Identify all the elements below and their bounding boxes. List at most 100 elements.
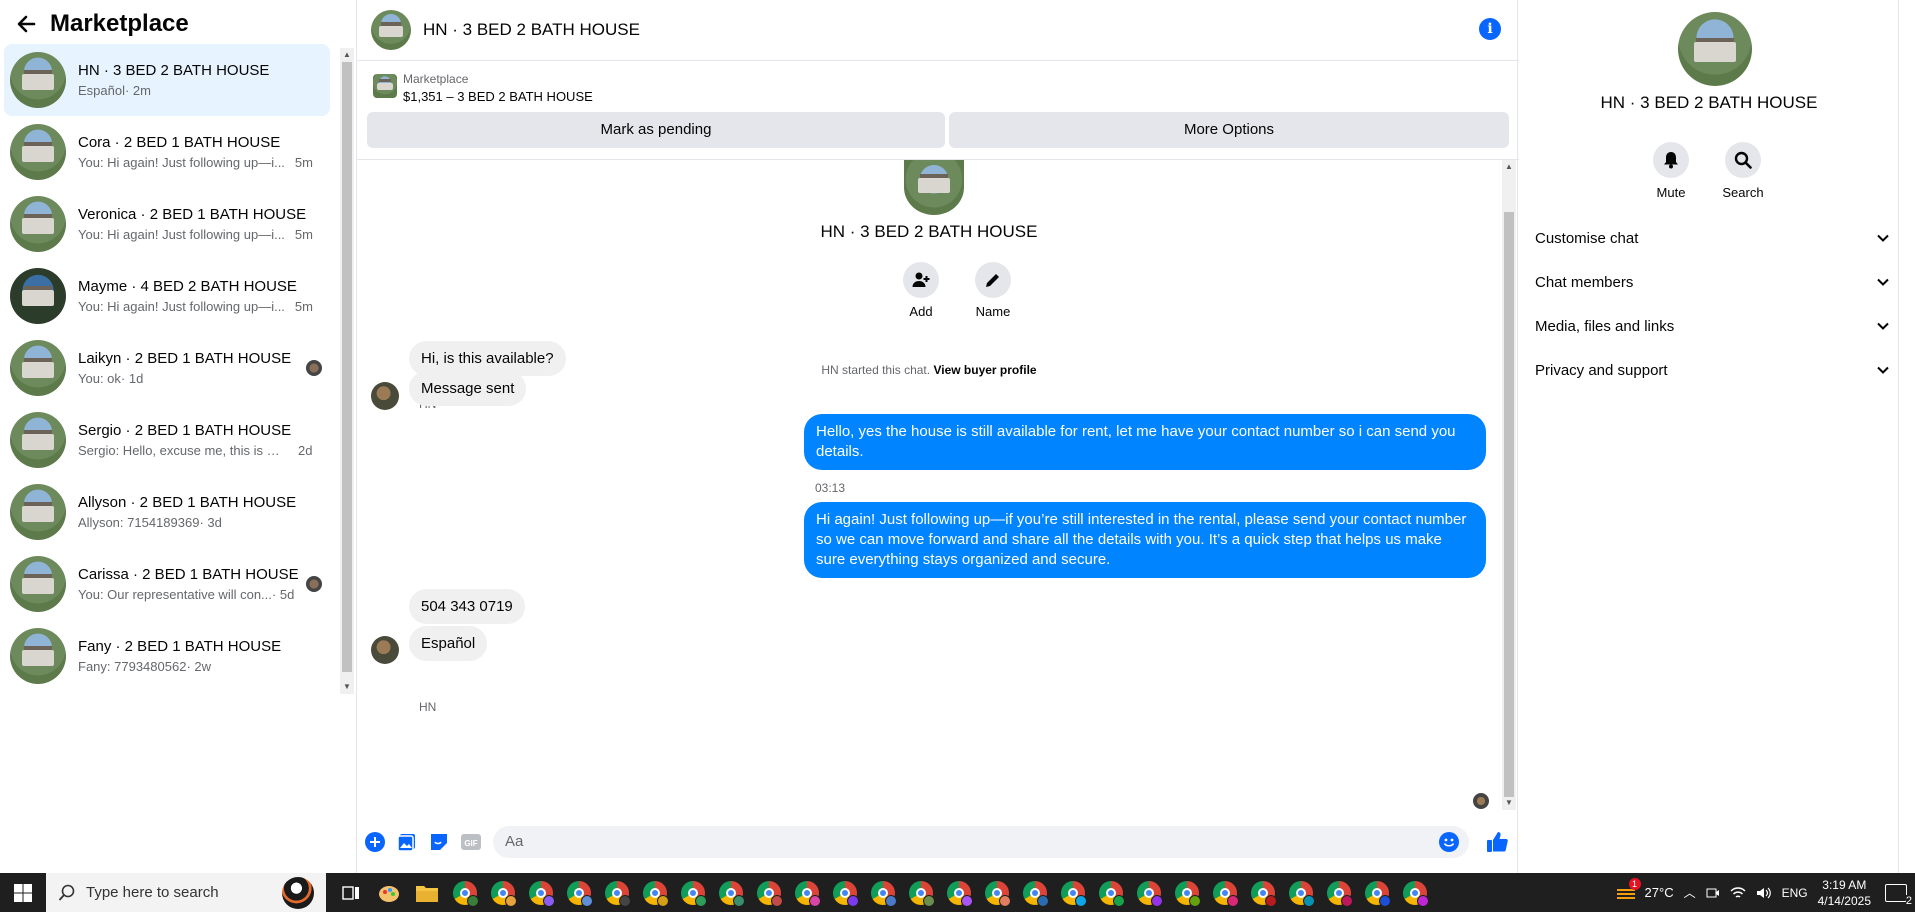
chrome-icon[interactable] [1320,873,1358,912]
chrome-icon[interactable] [864,873,902,912]
chrome-icon[interactable] [446,873,484,912]
weather-widget[interactable]: 1 27°C [1615,877,1674,902]
chrome-icon[interactable] [902,873,940,912]
chrome-icon[interactable] [712,873,750,912]
panel-avatar[interactable] [1678,12,1752,86]
scrollbar-thumb[interactable] [342,62,352,672]
chrome-icon[interactable] [484,873,522,912]
chrome-icon[interactable] [1396,873,1434,912]
chrome-icon[interactable] [978,873,1016,912]
listing-avatar [10,556,66,612]
conversation-time: 5m [294,227,313,242]
windows-start-icon[interactable] [0,873,46,912]
conversation-item[interactable]: Carissa · 2 BED 1 BATH HOUSE You: Our re… [4,548,330,620]
conversation-snippet: You: Our representative will con... [78,587,272,602]
more-options-button[interactable]: More Options [949,112,1509,148]
sidebar-header: Marketplace [0,0,354,48]
task-view-icon[interactable] [332,873,370,912]
scroll-up-icon[interactable]: ▲ [342,50,352,60]
chrome-icon[interactable] [826,873,864,912]
thumbs-up-icon[interactable] [1485,830,1509,854]
sender-avatar[interactable] [371,382,399,410]
language-indicator[interactable]: ENG [1782,886,1808,900]
pencil-icon [975,262,1011,298]
wifi-icon[interactable] [1730,886,1746,900]
listing-avatar [10,340,66,396]
scrollbar-thumb[interactable] [1504,212,1514,797]
conversation-item[interactable]: Fany · 2 BED 1 BATH HOUSE Fany: 77934805… [4,620,330,692]
conversation-item[interactable]: Laikyn · 2 BED 1 BATH HOUSE You: ok · 1d [4,332,330,404]
mute-button[interactable]: Mute [1641,142,1701,200]
conversation-item[interactable]: Sergio · 2 BED 1 BATH HOUSE Sergio: Hell… [4,404,330,476]
chrome-icon[interactable] [674,873,712,912]
chrome-icon[interactable] [1282,873,1320,912]
page-scrollbar[interactable] [1898,0,1915,873]
listing-thumbnail[interactable] [373,74,397,98]
chevron-down-icon [1877,234,1889,242]
chat-avatar[interactable] [371,10,411,50]
info-icon[interactable]: i [1479,18,1501,40]
chrome-icon[interactable] [1168,873,1206,912]
incoming-message[interactable]: 504 343 0719 [409,589,525,624]
sender-avatar[interactable] [371,636,399,664]
search-conversation-button[interactable]: Search [1713,142,1773,200]
conversation-item[interactable]: Cora · 2 BED 1 BATH HOUSE You: Hi again!… [4,116,330,188]
photo-icon[interactable] [395,830,419,854]
incoming-message[interactable]: Message sent [409,371,527,406]
taskbar-search-placeholder: Type here to search [86,884,219,901]
chrome-icon[interactable] [750,873,788,912]
outgoing-message[interactable]: Hi again! Just following up—if you’re st… [804,502,1486,578]
scroll-down-icon[interactable]: ▼ [342,682,352,692]
meet-now-icon[interactable] [1706,886,1720,900]
chrome-icon[interactable] [560,873,598,912]
chrome-icon[interactable] [598,873,636,912]
conversation-list: HN · 3 BED 2 BATH HOUSE Español · 2m Cora… [0,44,336,692]
name-chat-button[interactable]: Name [963,262,1023,319]
conversation-item[interactable]: Allyson · 2 BED 1 BATH HOUSE Allyson: 71… [4,476,330,548]
chrome-icon[interactable] [940,873,978,912]
volume-icon[interactable] [1756,886,1772,900]
chrome-icon[interactable] [1206,873,1244,912]
emoji-icon[interactable] [1439,832,1459,852]
chat-title[interactable]: HN · 3 BED 2 BATH HOUSE [423,20,640,40]
sidebar-scrollbar[interactable]: ▲ ▼ [340,48,354,694]
chrome-icon[interactable] [788,873,826,912]
mark-as-pending-button[interactable]: Mark as pending [367,112,945,148]
incoming-message[interactable]: Español [409,626,488,661]
file-explorer-icon[interactable] [408,873,446,912]
conversation-item[interactable]: Veronica · 2 BED 1 BATH HOUSE You: Hi ag… [4,188,330,260]
puffin-search-highlight-icon[interactable] [282,877,314,909]
gif-icon[interactable]: GIF [459,830,483,854]
chrome-icon[interactable] [1054,873,1092,912]
outgoing-message[interactable]: Hello, yes the house is still available … [804,414,1486,470]
scroll-up-icon[interactable]: ▲ [1504,162,1514,172]
section-chat-members[interactable]: Chat members [1535,264,1890,300]
paint-app-icon[interactable] [370,873,408,912]
message-input[interactable]: Aa [493,826,1469,858]
chrome-icon[interactable] [522,873,560,912]
taskbar-search-box[interactable]: Type here to search [46,873,326,912]
chrome-icon[interactable] [1358,873,1396,912]
thread-scrollbar[interactable]: ▲ ▼ [1502,160,1516,810]
chevron-up-icon[interactable]: ︿ [1684,884,1696,901]
clock[interactable]: 3:19 AM 4/14/2025 [1818,877,1871,909]
plus-icon[interactable] [363,830,387,854]
add-people-button[interactable]: Add [891,262,951,319]
chrome-icon[interactable] [1130,873,1168,912]
view-buyer-profile-link[interactable]: View buyer profile [933,363,1036,377]
chrome-icon[interactable] [636,873,674,912]
sticker-icon[interactable] [427,830,451,854]
conversation-item[interactable]: Mayme · 4 BED 2 BATH HOUSE You: Hi again… [4,260,330,332]
back-arrow-icon[interactable] [12,10,40,38]
notification-icon[interactable]: 2 [1885,883,1912,907]
chrome-icon[interactable] [1244,873,1282,912]
scroll-down-icon[interactable]: ▼ [1504,798,1514,808]
listing-price[interactable]: $1,351 – 3 BED 2 BATH HOUSE [403,89,593,104]
chrome-icon[interactable] [1016,873,1054,912]
chrome-icon[interactable] [1092,873,1130,912]
section-customise-chat[interactable]: Customise chat [1535,220,1890,256]
conversation-name: HN · 3 BED 2 BATH HOUSE [78,62,270,79]
conversation-item[interactable]: HN · 3 BED 2 BATH HOUSE Español · 2m [4,44,330,116]
section-privacy-support[interactable]: Privacy and support [1535,352,1890,388]
section-media-files-links[interactable]: Media, files and links [1535,308,1890,344]
